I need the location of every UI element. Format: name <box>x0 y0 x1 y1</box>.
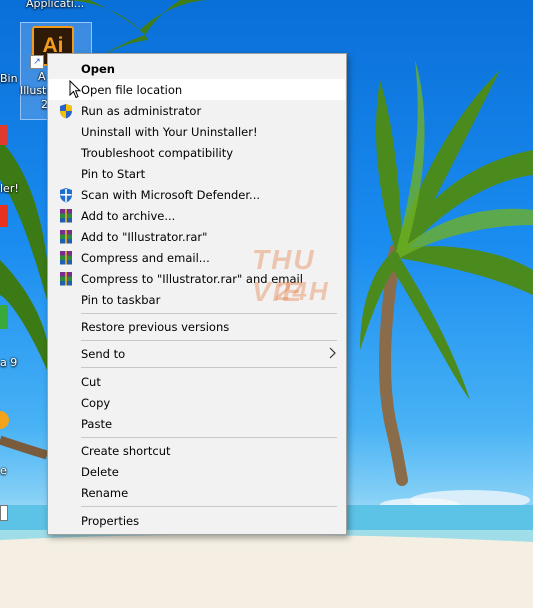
menu-item-add-to-archive[interactable]: Add to archive... <box>49 205 345 226</box>
menu-separator <box>81 367 337 368</box>
menu-item-label: Rename <box>81 485 129 500</box>
menu-item-label: Restore previous versions <box>81 319 230 334</box>
menu-item-add-to-rar[interactable]: Add to "Illustrator.rar" <box>49 226 345 247</box>
menu-item-scan-defender[interactable]: Scan with Microsoft Defender... <box>49 184 345 205</box>
menu-item-uninstall[interactable]: Uninstall with Your Uninstaller! <box>49 121 345 142</box>
menu-separator <box>81 437 337 438</box>
menu-separator <box>81 506 337 507</box>
menu-item-create-shortcut[interactable]: Create shortcut <box>49 440 345 461</box>
menu-item-label: Cut <box>81 374 101 389</box>
menu-item-paste[interactable]: Paste <box>49 413 345 434</box>
menu-item-restore-previous-versions[interactable]: Restore previous versions <box>49 316 345 337</box>
menu-item-open-file-location[interactable]: Open file location <box>49 79 345 100</box>
menu-item-label: Send to <box>81 346 126 361</box>
menu-item-label: Delete <box>81 464 119 479</box>
menu-item-label: Add to "Illustrator.rar" <box>81 229 208 244</box>
menu-item-pin-to-taskbar[interactable]: Pin to taskbar <box>49 289 345 310</box>
menu-item-label: Run as administrator <box>81 103 202 118</box>
menu-item-label: Pin to Start <box>81 166 146 181</box>
menu-item-troubleshoot[interactable]: Troubleshoot compatibility <box>49 142 345 163</box>
menu-item-delete[interactable]: Delete <box>49 461 345 482</box>
menu-item-properties[interactable]: Properties <box>49 510 345 531</box>
menu-item-pin-to-start[interactable]: Pin to Start <box>49 163 345 184</box>
menu-item-label: Open <box>81 61 115 76</box>
desktop-icon-label-line1: A <box>38 70 46 83</box>
mouse-pointer-icon <box>69 80 81 99</box>
winrar-icon <box>60 230 72 244</box>
menu-item-label: Create shortcut <box>81 443 171 458</box>
desktop-icon-label-applications[interactable]: Applicati... <box>26 0 84 10</box>
menu-item-label: Add to archive... <box>81 208 176 223</box>
desktop-icon-label-uninstaller[interactable]: ler! <box>0 182 19 195</box>
desktop-icon-label-recycle-bin[interactable]: Bin <box>0 72 18 85</box>
chevron-right-icon <box>329 347 336 359</box>
menu-item-open[interactable]: Open <box>49 58 345 79</box>
menu-item-cut[interactable]: Cut <box>49 371 345 392</box>
shortcut-arrow-icon: ↗ <box>30 55 44 69</box>
menu-item-label: Open file location <box>81 82 183 97</box>
menu-item-label: Copy <box>81 395 111 410</box>
menu-item-label: Scan with Microsoft Defender... <box>81 187 261 202</box>
winrar-icon <box>60 251 72 265</box>
menu-item-label: Troubleshoot compatibility <box>81 145 234 160</box>
menu-item-compress-to-rar-and-email[interactable]: Compress to "Illustrator.rar" and email <box>49 268 345 289</box>
menu-item-label: Properties <box>81 513 140 528</box>
context-menu: Open Open file location Run as administr… <box>47 53 347 535</box>
winrar-icon <box>60 272 72 286</box>
desktop-icon-label-app2[interactable]: e <box>0 464 7 477</box>
menu-item-copy[interactable]: Copy <box>49 392 345 413</box>
menu-separator <box>81 340 337 341</box>
menu-item-compress-and-email[interactable]: Compress and email... <box>49 247 345 268</box>
winrar-icon <box>60 209 72 223</box>
menu-item-rename[interactable]: Rename <box>49 482 345 503</box>
menu-item-label: Compress and email... <box>81 250 210 265</box>
desktop-icon-partial[interactable] <box>0 505 8 521</box>
menu-item-label: Paste <box>81 416 113 431</box>
menu-item-send-to[interactable]: Send to <box>49 343 345 364</box>
desktop-icon-label-app[interactable]: a 9 <box>0 356 17 369</box>
menu-item-label: Compress to "Illustrator.rar" and email <box>81 271 303 286</box>
menu-item-run-as-administrator[interactable]: Run as administrator <box>49 100 345 121</box>
defender-icon <box>60 188 72 203</box>
menu-item-label: Uninstall with Your Uninstaller! <box>81 124 258 139</box>
uac-shield-icon <box>60 104 72 119</box>
menu-item-label: Pin to taskbar <box>81 292 161 307</box>
menu-separator <box>81 313 337 314</box>
